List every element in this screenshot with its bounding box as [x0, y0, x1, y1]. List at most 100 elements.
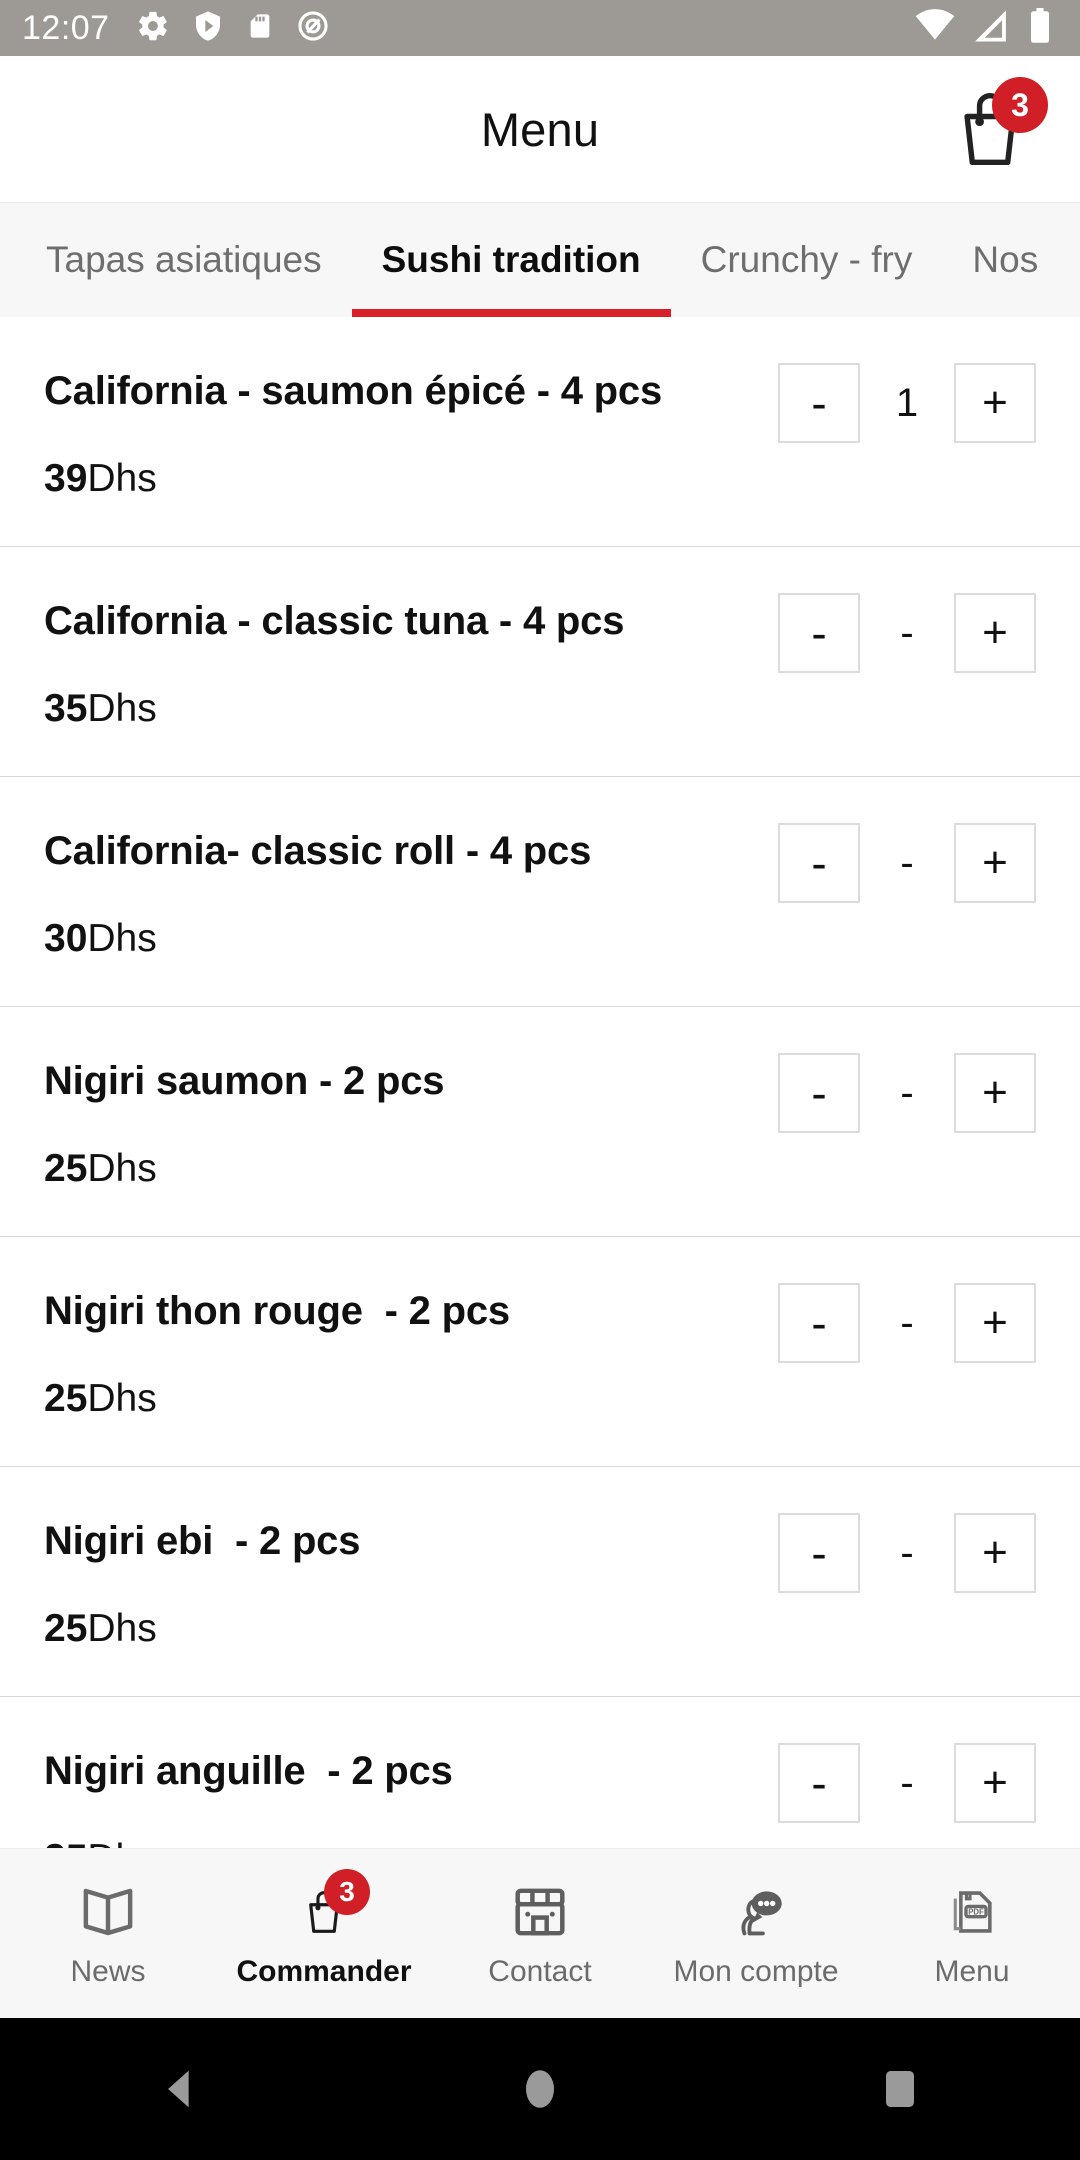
item-price-amount: 25 — [44, 1607, 88, 1650]
status-bar: 12:07 — [0, 0, 1080, 56]
cart-badge: 3 — [992, 77, 1048, 133]
shopping-bag-icon: 3 — [288, 1868, 370, 1945]
nav-item-news[interactable]: News — [0, 1849, 216, 2018]
item-price-amount: 39 — [44, 457, 88, 500]
nav-badge: 3 — [324, 1868, 370, 1915]
item-price-currency: Dhs — [87, 1377, 157, 1420]
quantity-value: - — [900, 1070, 914, 1115]
menu-item-list[interactable]: California - saumon épicé - 4 pcs 39Dhs … — [0, 317, 1080, 1948]
status-bar-clock: 12:07 — [22, 8, 110, 47]
quantity-value: - — [900, 610, 914, 655]
increase-quantity-button[interactable]: + — [954, 1283, 1036, 1363]
item-price: 25Dhs — [44, 1377, 157, 1421]
quantity-value: - — [900, 840, 914, 885]
item-price-currency: Dhs — [87, 687, 157, 730]
signal-icon — [972, 9, 1012, 48]
increase-quantity-button[interactable]: + — [954, 1053, 1036, 1133]
menu-item-row[interactable]: California- classic roll - 4 pcs 30Dhs -… — [0, 777, 1080, 1007]
item-price-amount: 25 — [44, 1147, 88, 1190]
nav-item-mon-compte[interactable]: Mon compte — [648, 1849, 864, 2018]
decrease-quantity-button[interactable]: - — [778, 1513, 860, 1593]
svg-text:PDF: PDF — [968, 1907, 984, 1916]
increase-quantity-button[interactable]: + — [954, 593, 1036, 673]
category-tabs[interactable]: Tapas asiatiques Sushi tradition Crunchy… — [0, 203, 1080, 317]
decrease-quantity-button[interactable]: - — [778, 1283, 860, 1363]
menu-item-row[interactable]: California - saumon épicé - 4 pcs 39Dhs … — [0, 317, 1080, 547]
item-price: 25Dhs — [44, 1607, 157, 1651]
shield-play-icon — [192, 9, 224, 48]
item-name: California - classic tuna - 4 pcs — [44, 599, 625, 643]
increase-quantity-button[interactable]: + — [954, 363, 1036, 443]
quantity-stepper[interactable]: - - + — [778, 1283, 1036, 1363]
sd-card-icon — [246, 9, 274, 48]
item-price-amount: 25 — [44, 1377, 88, 1420]
status-bar-notification-icons — [136, 9, 330, 48]
book-icon — [72, 1879, 144, 1945]
nav-item-commander[interactable]: 3 Commander — [216, 1849, 432, 2018]
nav-label: Mon compte — [673, 1954, 839, 1988]
quantity-stepper[interactable]: - - + — [778, 1743, 1036, 1823]
nav-label: Menu — [934, 1954, 1010, 1988]
nav-item-menu[interactable]: PDF Menu — [864, 1849, 1080, 2018]
page-title: Menu — [480, 102, 600, 156]
nav-label: Contact — [488, 1954, 592, 1988]
menu-item-row[interactable]: California - classic tuna - 4 pcs 35Dhs … — [0, 547, 1080, 777]
tab-nos[interactable]: Nos — [942, 203, 1068, 317]
quantity-stepper[interactable]: - - + — [778, 1053, 1036, 1133]
battery-icon — [1028, 7, 1052, 49]
quantity-value: - — [900, 1760, 914, 1805]
item-name: California - saumon épicé - 4 pcs — [44, 369, 663, 413]
nav-item-contact[interactable]: Contact — [432, 1849, 648, 2018]
increase-quantity-button[interactable]: + — [954, 1743, 1036, 1823]
decrease-quantity-button[interactable]: - — [778, 1053, 860, 1133]
android-navigation-bar[interactable] — [0, 2018, 1080, 2160]
tab-crunchy-fry[interactable]: Crunchy - fry — [671, 203, 943, 317]
item-price-currency: Dhs — [87, 1147, 157, 1190]
item-price: 30Dhs — [44, 917, 157, 961]
nav-label: News — [70, 1954, 146, 1988]
wifi-icon — [914, 8, 956, 48]
menu-item-row[interactable]: Nigiri thon rouge - 2 pcs 25Dhs - - + — [0, 1237, 1080, 1467]
item-price-currency: Dhs — [87, 1607, 157, 1650]
location-off-icon — [296, 9, 330, 48]
increase-quantity-button[interactable]: + — [954, 823, 1036, 903]
quantity-stepper[interactable]: - - + — [778, 823, 1036, 903]
nav-label: Commander — [236, 1954, 412, 1988]
item-price: 39Dhs — [44, 457, 157, 501]
quantity-value: - — [900, 1300, 914, 1345]
item-name: Nigiri thon rouge - 2 pcs — [44, 1289, 510, 1333]
recents-icon[interactable] — [840, 2018, 960, 2160]
item-price-amount: 30 — [44, 917, 88, 960]
increase-quantity-button[interactable]: + — [954, 1513, 1036, 1593]
store-icon — [504, 1879, 576, 1945]
item-price-currency: Dhs — [87, 917, 157, 960]
decrease-quantity-button[interactable]: - — [778, 363, 860, 443]
item-name: Nigiri saumon - 2 pcs — [44, 1059, 445, 1103]
item-name: Nigiri anguille - 2 pcs — [44, 1749, 453, 1793]
back-icon[interactable] — [120, 2018, 240, 2160]
pdf-document-icon: PDF — [936, 1879, 1008, 1945]
decrease-quantity-button[interactable]: - — [778, 823, 860, 903]
item-price-currency: Dhs — [87, 457, 157, 500]
bottom-navigation[interactable]: News 3 Commander Contact Mon compte PDF … — [0, 1848, 1080, 2018]
person-chat-icon — [720, 1879, 792, 1945]
item-name: California- classic roll - 4 pcs — [44, 829, 592, 873]
decrease-quantity-button[interactable]: - — [778, 593, 860, 673]
status-bar-system-icons — [914, 7, 1058, 49]
home-icon[interactable] — [480, 2018, 600, 2160]
decrease-quantity-button[interactable]: - — [778, 1743, 860, 1823]
quantity-value: - — [900, 1530, 914, 1575]
quantity-stepper[interactable]: - - + — [778, 1513, 1036, 1593]
item-name: Nigiri ebi - 2 pcs — [44, 1519, 361, 1563]
quantity-stepper[interactable]: - - + — [778, 593, 1036, 673]
item-price: 35Dhs — [44, 687, 157, 731]
app-header: Menu 3 — [0, 56, 1080, 203]
menu-item-row[interactable]: Nigiri saumon - 2 pcs 25Dhs - - + — [0, 1007, 1080, 1237]
cart-button[interactable]: 3 — [940, 77, 1050, 179]
quantity-stepper[interactable]: - 1 + — [778, 363, 1036, 443]
tab-sushi-tradition[interactable]: Sushi tradition — [351, 203, 671, 317]
tab-tapas-asiatiques[interactable]: Tapas asiatiques — [0, 203, 352, 317]
item-price-amount: 35 — [44, 687, 88, 730]
quantity-value: 1 — [895, 380, 919, 425]
menu-item-row[interactable]: Nigiri ebi - 2 pcs 25Dhs - - + — [0, 1467, 1080, 1697]
